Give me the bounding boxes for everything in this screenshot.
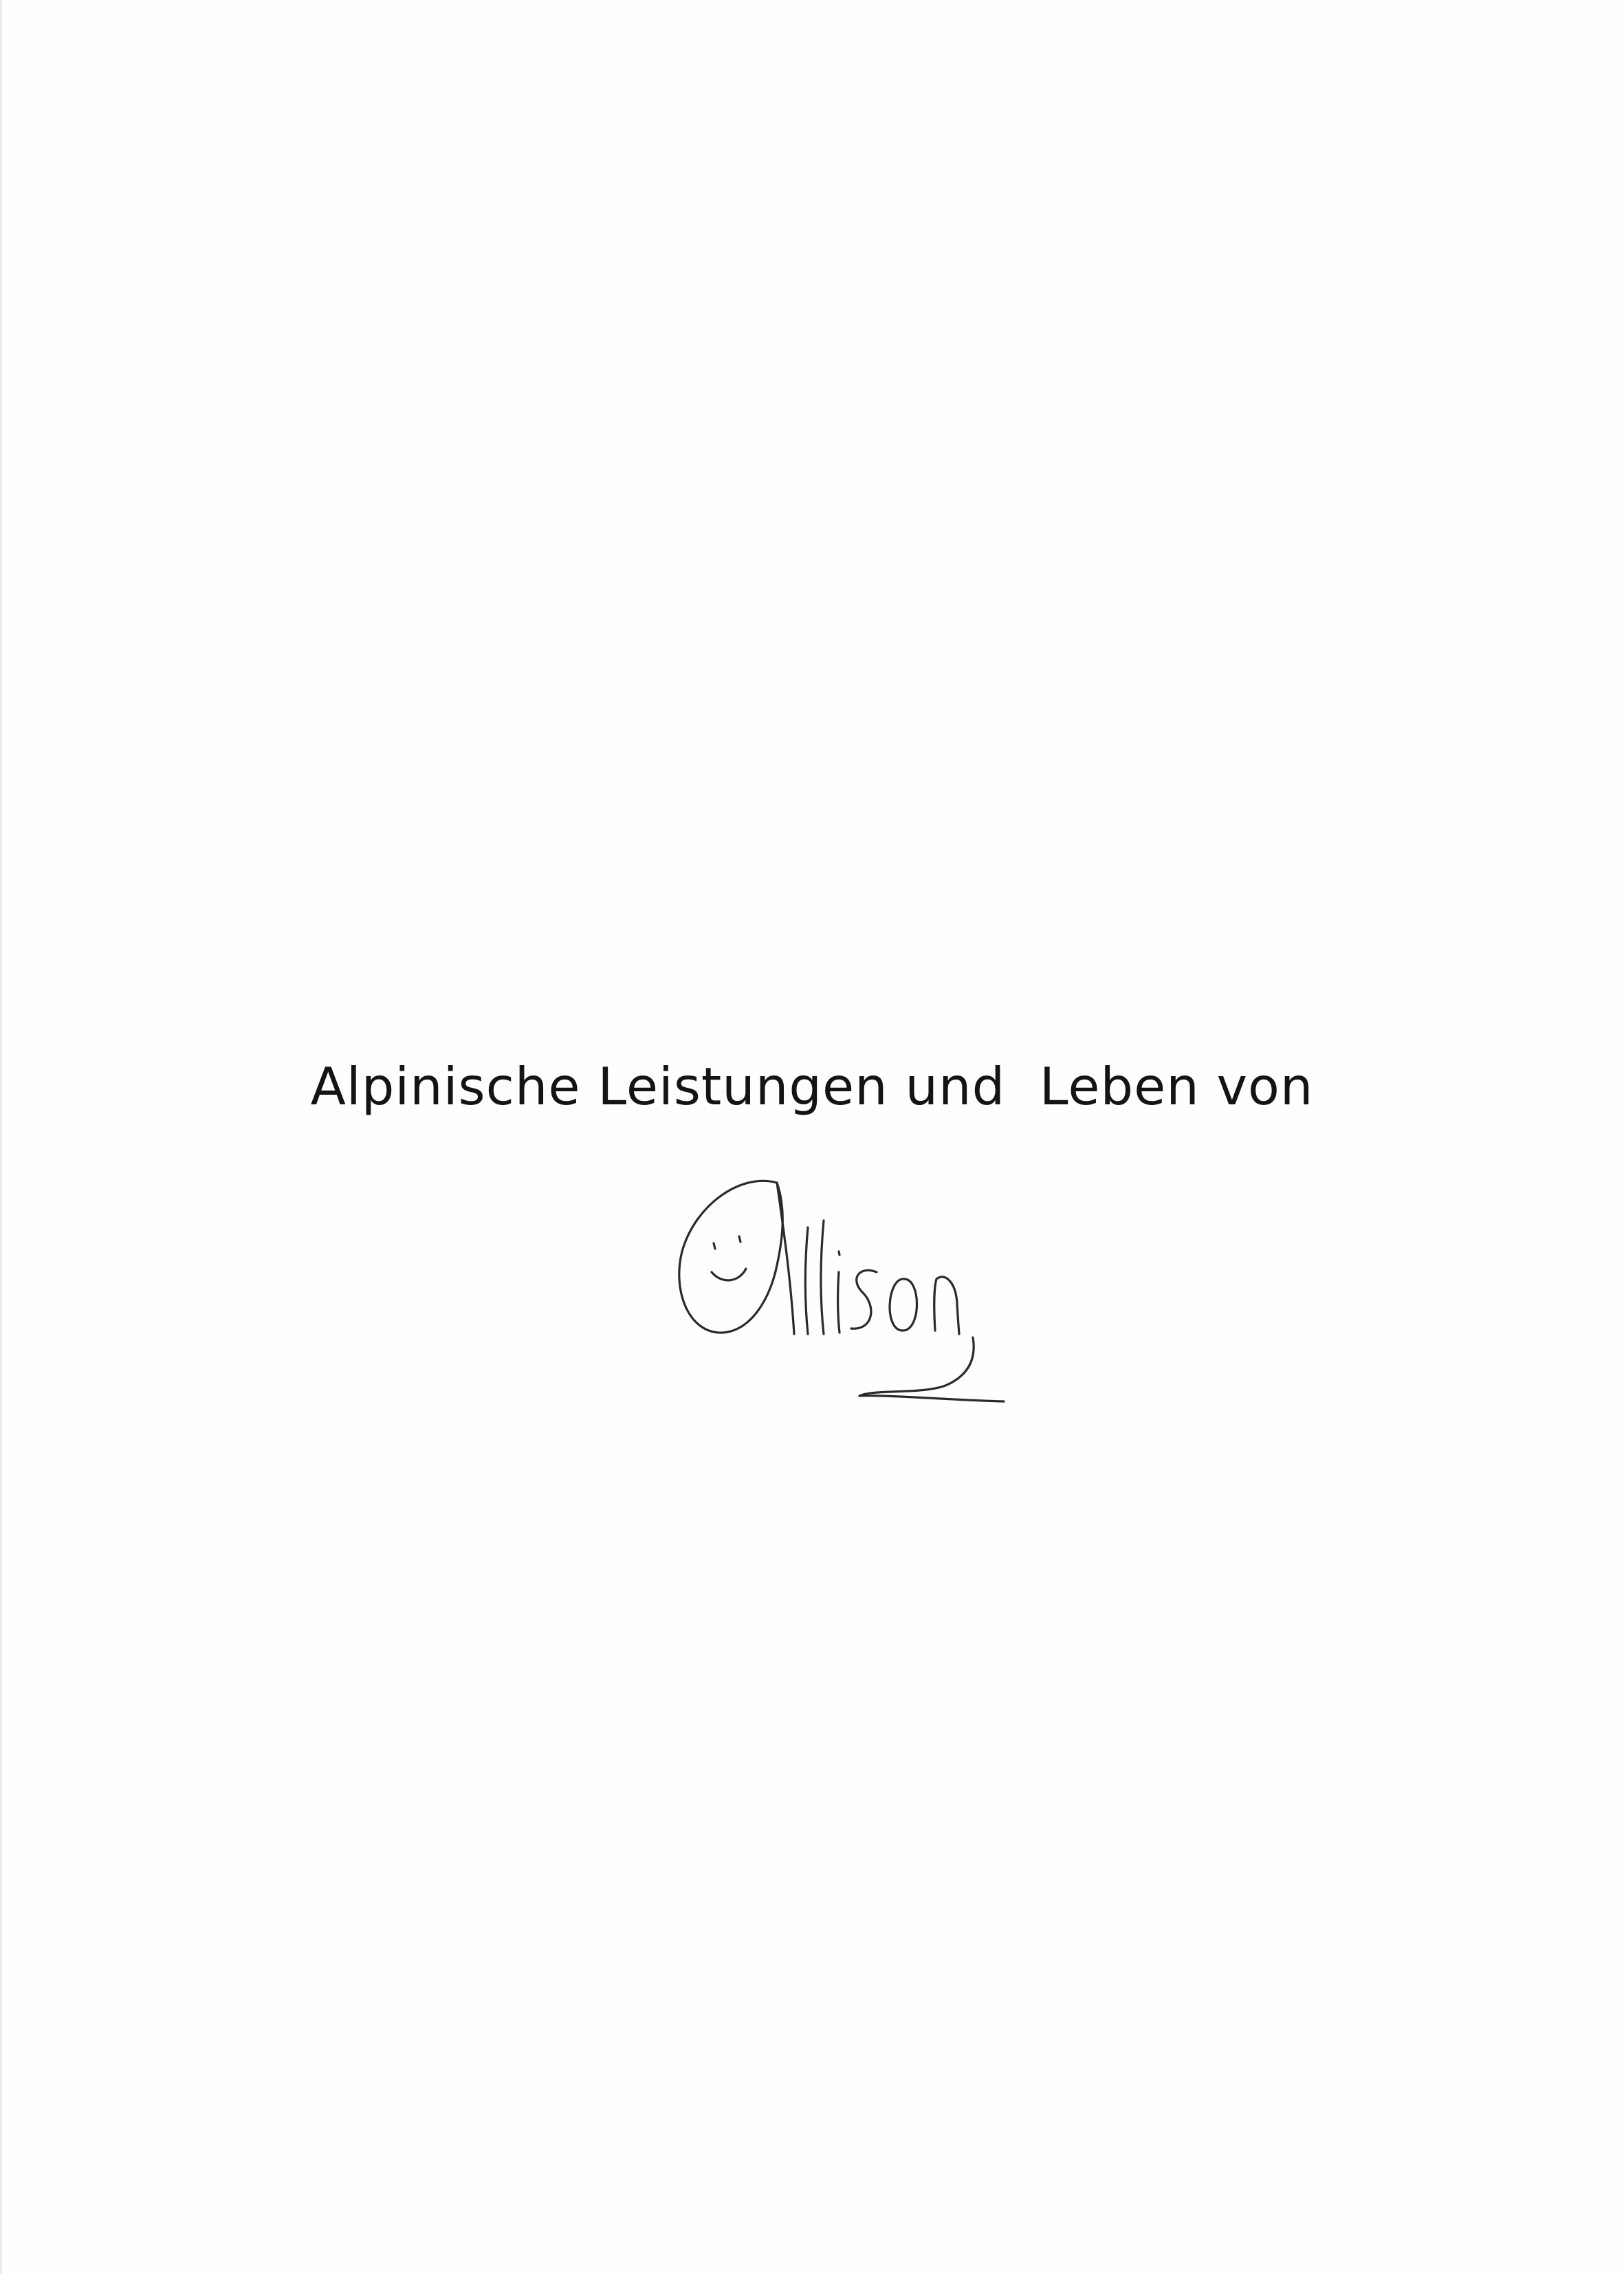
document-page: Alpinische Leistungen und Leben von	[0, 0, 1624, 2274]
handwritten-signature	[678, 1179, 1005, 1403]
document-title: Alpinische Leistungen und Leben von	[310, 1056, 1314, 1117]
page-edge	[0, 0, 2, 2274]
